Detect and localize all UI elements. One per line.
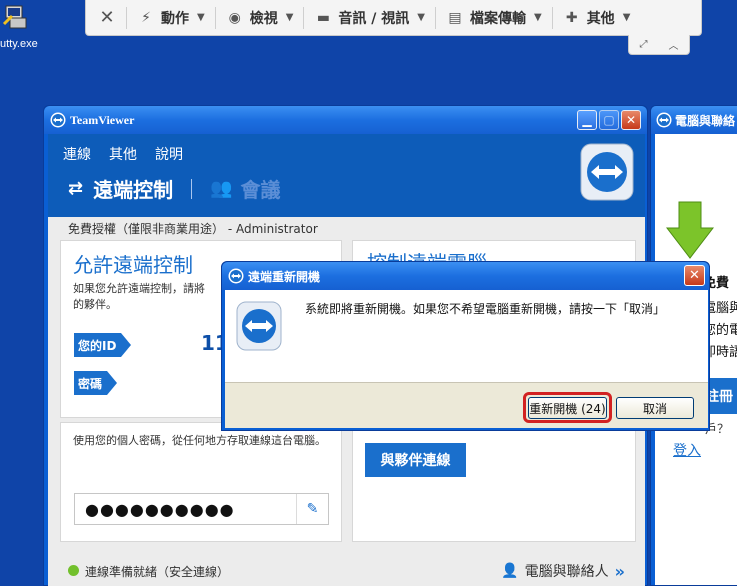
menu-actions[interactable]: ⚡ 動作 ▼	[131, 0, 211, 36]
teamviewer-app-icon	[236, 301, 282, 351]
toolbar-divider	[214, 6, 216, 29]
menu-extras-label: 其他	[586, 10, 615, 27]
connection-status: 連線準備就緒（安全連線）	[85, 565, 230, 579]
maximize-button[interactable]: ▢	[599, 110, 619, 130]
allow-remote-desc-2: 的夥伴。	[73, 298, 117, 311]
putty-icon	[2, 5, 27, 29]
toolbar-divider	[303, 6, 305, 29]
putty-desktop-icon[interactable]: utty.exe	[0, 0, 40, 58]
menu-file-transfer-label: 檔案傳輸	[469, 10, 526, 27]
eye-icon: ◉	[228, 9, 241, 26]
menu-view[interactable]: ◉ 檢視 ▼	[220, 0, 300, 36]
people-icon: 👥	[210, 178, 233, 199]
chat-icon: ▬	[316, 9, 331, 26]
app-menubar: 連線 其他 說明	[63, 144, 183, 164]
file-transfer-icon: ▤	[448, 9, 462, 26]
chevron-up-icon[interactable]: ︿	[669, 37, 679, 52]
person-icon: 👤	[501, 563, 519, 579]
toolbar-divider	[551, 6, 553, 29]
teamviewer-app-icon	[580, 143, 634, 201]
menu-extras[interactable]: ✚ 其他 ▼	[557, 0, 637, 36]
dialog-body: 系統即將重新開機。如果您不希望電腦重新開機，請按一下「取消」	[225, 290, 708, 382]
chevron-down-icon: ▼	[197, 12, 205, 23]
allow-remote-desc-1: 如果您允許遠端控制，請將	[73, 282, 205, 295]
chevron-down-icon: ▼	[417, 12, 425, 23]
close-window-button[interactable]: ✕	[621, 110, 641, 130]
computers-contacts-button[interactable]: 👤 電腦與聯絡人 »	[501, 561, 625, 581]
tab-remote-control[interactable]: 遠端控制	[93, 174, 173, 203]
teamviewer-logo-icon	[50, 112, 66, 128]
personal-password-card: 使用您的個人密碼，從任何地方存取連線這台電腦。 ●●●●●●●●●● ✎	[60, 422, 342, 542]
app-header: 連線 其他 說明 ⇄ 遠端控制 👥 會議	[48, 134, 645, 217]
menu-extras-main[interactable]: 其他	[109, 144, 137, 164]
double-chevron-right-icon: »	[614, 561, 625, 581]
toolbar-divider	[126, 6, 127, 29]
personal-password-desc: 使用您的個人密碼，從任何地方存取連線這台電腦。	[73, 434, 326, 447]
dialog-title: 遠端重新開機	[248, 270, 321, 284]
minimize-button[interactable]: ▁	[577, 110, 597, 130]
menu-file-transfer[interactable]: ▤ 檔案傳輸 ▼	[440, 0, 548, 36]
teamviewer-logo-icon	[228, 268, 244, 284]
personal-password-field[interactable]: ●●●●●●●●●● ✎	[74, 493, 329, 525]
swap-arrows-icon: ⇄	[68, 178, 84, 199]
contacts-window-title: 電腦與聯絡	[675, 114, 736, 128]
status-green-dot	[68, 565, 79, 576]
chevron-down-icon: ▼	[622, 12, 631, 23]
session-toolbar: ✕ ⚡ 動作 ▼ ◉ 檢視 ▼ ▬ 音訊 / 視訊 ▼ ▤ 檔案傳輸 ▼ ✚ 其他 ▼	[85, 0, 702, 36]
close-icon: ✕	[99, 7, 115, 28]
toolbar-divider	[434, 6, 436, 29]
remote-reboot-dialog: 遠端重新開機 ✕ 系統即將重新開機。如果您不希望電腦重新開機，請按一下「取消」 …	[221, 261, 710, 431]
login-link[interactable]: 登入	[673, 440, 701, 460]
chevron-down-icon: ▼	[285, 12, 294, 23]
teamviewer-logo-icon	[656, 112, 672, 128]
password-mask: ●●●●●●●●●●	[85, 500, 235, 519]
dialog-titlebar[interactable]: 遠端重新開機 ✕	[222, 262, 709, 290]
menu-audio-video[interactable]: ▬ 音訊 / 視訊 ▼	[308, 0, 431, 36]
lightning-icon: ⚡	[141, 9, 151, 26]
window-titlebar[interactable]: TeamViewer ▁ ▢ ✕	[44, 106, 647, 134]
status-bar: 連線準備就緒（安全連線） 👤 電腦與聯絡人 »	[48, 554, 645, 586]
dialog-footer: 重新開機 (24) 取消	[225, 382, 708, 428]
puzzle-icon: ✚	[565, 9, 578, 26]
your-id-label: 您的ID	[74, 333, 131, 357]
computers-contacts-label: 電腦與聯絡人	[524, 564, 609, 580]
edit-pencil-icon[interactable]: ✎	[296, 494, 328, 524]
reboot-now-button[interactable]: 重新開機 (24)	[528, 397, 607, 419]
partner-connect-card: 與夥伴連線	[352, 422, 636, 542]
license-text: 免費授權（僅限非商業用途） - Administrator	[68, 222, 318, 236]
menu-view-label: 檢視	[249, 10, 278, 27]
password-label: 密碼	[74, 371, 117, 395]
mode-tabs: ⇄ 遠端控制 👥 會議	[68, 174, 281, 203]
connect-partner-button[interactable]: 與夥伴連線	[365, 443, 466, 477]
contacts-window-titlebar[interactable]: 電腦與聯絡	[651, 106, 737, 134]
close-session-button[interactable]: ✕	[92, 0, 122, 36]
window-title: TeamViewer	[70, 113, 135, 127]
menu-audio-video-label: 音訊 / 視訊	[338, 10, 410, 27]
cancel-button[interactable]: 取消	[616, 397, 694, 419]
dialog-close-button[interactable]: ✕	[684, 265, 705, 286]
green-download-arrow-icon	[665, 201, 715, 259]
fullscreen-icon[interactable]: ⤢	[640, 39, 648, 50]
chevron-down-icon: ▼	[533, 12, 542, 23]
allow-remote-heading: 允許遠端控制	[73, 253, 193, 277]
menu-actions-label: 動作	[161, 10, 189, 27]
dialog-message: 系統即將重新開機。如果您不希望電腦重新開機，請按一下「取消」	[305, 302, 666, 316]
putty-icon-label: utty.exe	[0, 38, 38, 50]
menu-help[interactable]: 說明	[155, 144, 183, 164]
tab-divider	[191, 178, 193, 199]
menu-connection[interactable]: 連線	[63, 144, 91, 164]
toolbar-collapse-tab: ⤢ ︿	[628, 35, 690, 55]
tab-meeting[interactable]: 會議	[241, 174, 281, 203]
